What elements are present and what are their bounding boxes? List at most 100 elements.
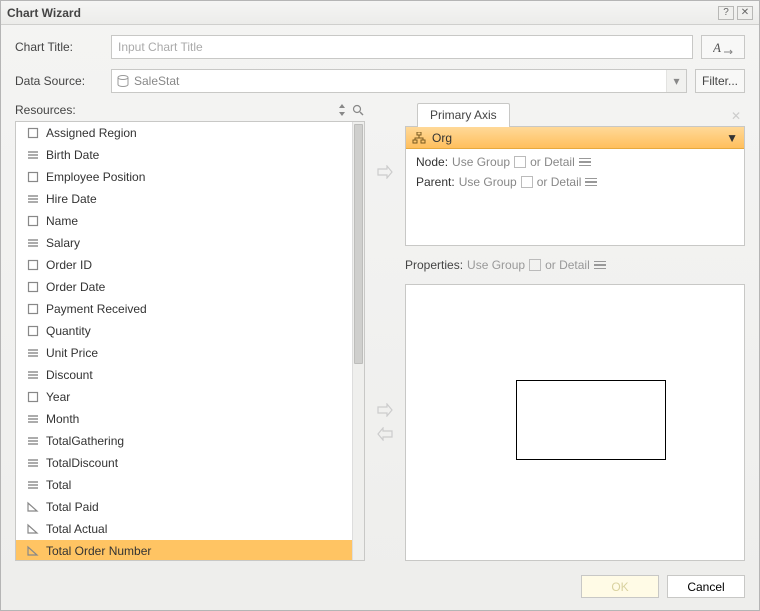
parent-use-group: Use Group <box>459 175 517 189</box>
tab-close-icon[interactable]: ✕ <box>731 109 745 127</box>
list-item[interactable]: Employee Position <box>16 166 352 188</box>
node-detail-icon[interactable] <box>579 158 591 167</box>
titlebar: Chart Wizard ? ✕ <box>1 1 759 25</box>
list-item-label: Salary <box>46 236 80 250</box>
list-item[interactable]: Assigned Region <box>16 122 352 144</box>
tab-row: Primary Axis ✕ <box>405 103 745 127</box>
list-item[interactable]: Order Date <box>16 276 352 298</box>
list-item[interactable]: Unit Price <box>16 342 352 364</box>
resources-list: Assigned Region Birth Date Employee Positi… <box>15 121 365 561</box>
svg-text:A: A <box>713 40 721 54</box>
list-item-label: Total Paid <box>46 500 99 514</box>
data-source-dropdown[interactable]: ▾ <box>666 70 686 92</box>
parent-or-detail: or Detail <box>537 175 582 189</box>
parent-group-checkbox[interactable] <box>521 176 533 188</box>
list-item[interactable]: Month <box>16 408 352 430</box>
list-item[interactable]: Total Order Number <box>16 540 352 560</box>
rect-icon <box>26 258 40 272</box>
filter-button[interactable]: Filter... <box>695 69 745 93</box>
list-item[interactable]: Salary <box>16 232 352 254</box>
list-item[interactable]: Total <box>16 474 352 496</box>
ok-button: OK <box>581 575 659 598</box>
list-item[interactable]: TotalGathering <box>16 430 352 452</box>
data-source-row: Data Source: SaleStat ▾ Filter... <box>15 69 745 93</box>
org-selector[interactable]: Org ▼ <box>406 127 744 149</box>
properties-panel <box>405 284 745 561</box>
chart-title-input[interactable] <box>111 35 693 59</box>
right-column: Primary Axis ✕ Org ▼ <box>405 103 745 561</box>
chart-title-row: Chart Title: A <box>15 35 745 59</box>
list-item-label: Assigned Region <box>46 126 137 140</box>
list-item-label: Unit Price <box>46 346 98 360</box>
triangle-icon <box>26 544 40 558</box>
node-use-group: Use Group <box>452 155 510 169</box>
transfer-buttons-column <box>375 103 395 561</box>
rect-icon <box>26 390 40 404</box>
lines-icon <box>26 412 40 426</box>
list-item-label: Discount <box>46 368 93 382</box>
lines-icon <box>26 346 40 360</box>
data-source-label: Data Source: <box>15 74 103 88</box>
list-item-label: Name <box>46 214 78 228</box>
list-item[interactable]: Birth Date <box>16 144 352 166</box>
rect-icon <box>26 324 40 338</box>
lines-icon <box>26 478 40 492</box>
properties-group-checkbox[interactable] <box>529 259 541 271</box>
cancel-button[interactable]: Cancel <box>667 575 745 598</box>
data-source-combo[interactable]: SaleStat ▾ <box>111 69 687 93</box>
parent-row: Parent: Use Group or Detail <box>416 175 734 189</box>
rect-icon <box>26 126 40 140</box>
list-item[interactable]: Name <box>16 210 352 232</box>
scrollbar-thumb[interactable] <box>354 124 363 364</box>
properties-label: Properties: <box>405 258 463 272</box>
list-item[interactable]: Total Paid <box>16 496 352 518</box>
list-item[interactable]: Hire Date <box>16 188 352 210</box>
triangle-icon <box>26 500 40 514</box>
lines-icon <box>26 434 40 448</box>
properties-or-detail: or Detail <box>545 258 590 272</box>
close-button[interactable]: ✕ <box>737 6 753 20</box>
search-button[interactable] <box>351 103 365 117</box>
content-area: Chart Title: A Data Source: SaleStat ▾ F… <box>1 25 759 610</box>
properties-use-group: Use Group <box>467 258 525 272</box>
list-item-label: Total <box>46 478 71 492</box>
list-item-label: Year <box>46 390 70 404</box>
list-item-label: Quantity <box>46 324 91 338</box>
move-left-button[interactable] <box>376 425 394 443</box>
list-item[interactable]: Order ID <box>16 254 352 276</box>
resources-column: Resources: Assigned Region Birth Date Empl… <box>15 103 365 561</box>
help-button[interactable]: ? <box>718 6 734 20</box>
rect-icon <box>26 170 40 184</box>
list-item-label: Total Actual <box>46 522 107 536</box>
axis-rows: Node: Use Group or Detail Parent: Use Gr… <box>406 149 744 195</box>
sort-button[interactable] <box>335 103 349 117</box>
properties-label-row: Properties: Use Group or Detail <box>405 258 745 272</box>
node-group-checkbox[interactable] <box>514 156 526 168</box>
parent-detail-icon[interactable] <box>585 178 597 187</box>
list-item[interactable]: Quantity <box>16 320 352 342</box>
list-item[interactable]: TotalDiscount <box>16 452 352 474</box>
data-source-value: SaleStat <box>134 74 666 88</box>
move-right-button-2[interactable] <box>376 401 394 419</box>
list-item-label: Birth Date <box>46 148 99 162</box>
resources-label: Resources: <box>15 103 333 117</box>
lines-icon <box>26 192 40 206</box>
list-item[interactable]: Payment Received <box>16 298 352 320</box>
properties-detail-icon[interactable] <box>594 261 606 270</box>
list-item[interactable]: Year <box>16 386 352 408</box>
resources-scrollbar[interactable] <box>352 122 364 560</box>
parent-label: Parent: <box>416 175 455 189</box>
dialog-buttons: OK Cancel <box>15 571 745 598</box>
chart-wizard-window: Chart Wizard ? ✕ Chart Title: A Data Sou… <box>0 0 760 611</box>
resources-list-inner[interactable]: Assigned Region Birth Date Employee Positi… <box>16 122 352 560</box>
list-item[interactable]: Discount <box>16 364 352 386</box>
rect-icon <box>26 280 40 294</box>
list-item[interactable]: Total Actual <box>16 518 352 540</box>
list-item-label: Payment Received <box>46 302 147 316</box>
tab-primary-axis[interactable]: Primary Axis <box>417 103 510 127</box>
list-item-label: Month <box>46 412 79 426</box>
move-right-button[interactable] <box>376 163 394 181</box>
node-label: Node: <box>416 155 448 169</box>
font-style-button[interactable]: A <box>701 35 745 59</box>
rect-icon <box>26 302 40 316</box>
